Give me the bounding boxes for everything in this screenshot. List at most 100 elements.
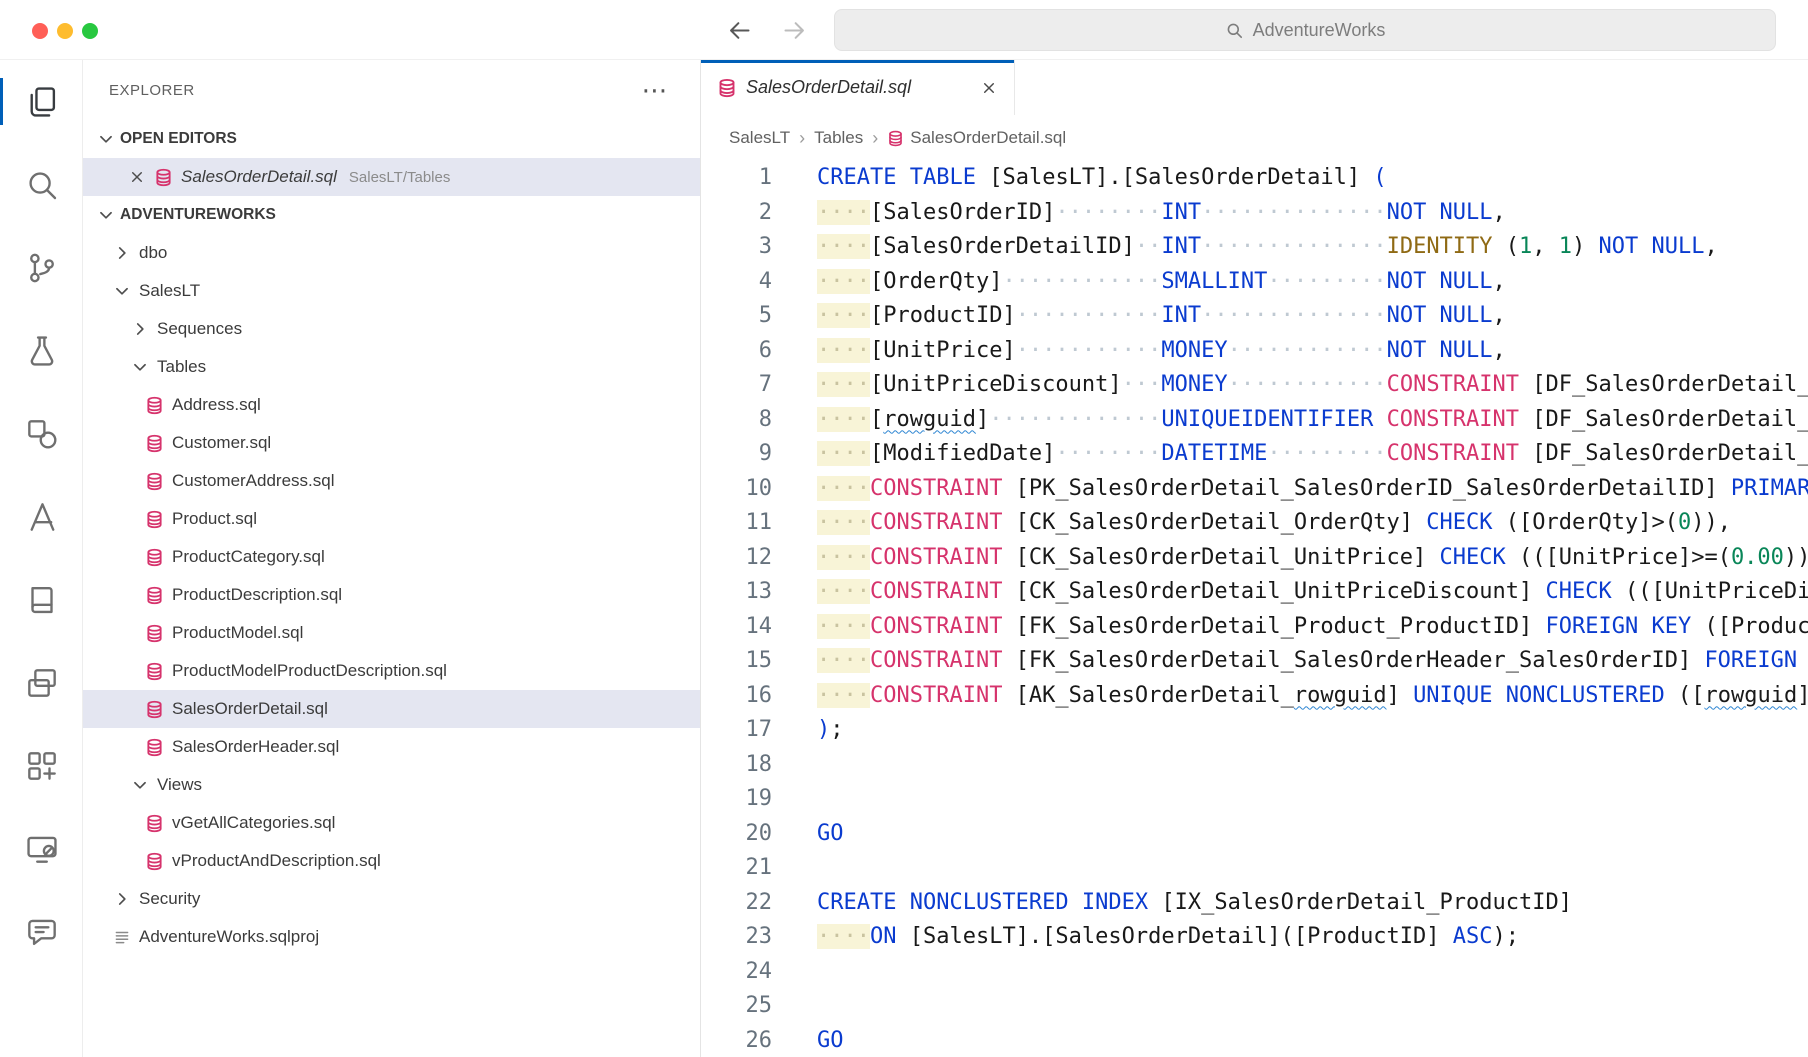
code-line[interactable]: 26GO (701, 1024, 1808, 1057)
forward-button[interactable] (781, 17, 808, 44)
activity-objects-button[interactable] (0, 392, 83, 475)
activity-testing-button[interactable] (0, 309, 83, 392)
line-number[interactable]: 19 (701, 782, 772, 817)
code-line[interactable]: 12····CONSTRAINT [CK_SalesOrderDetail_Un… (701, 541, 1808, 576)
tab-salesorderdetail[interactable]: SalesOrderDetail.sql (701, 60, 1015, 115)
tree-item-productdescription-sql[interactable]: ProductDescription.sql (83, 576, 700, 614)
activity-notebooks-button[interactable] (0, 558, 83, 641)
line-number[interactable]: 26 (701, 1024, 772, 1057)
close-button[interactable] (32, 23, 48, 39)
code-line[interactable]: 21 (701, 851, 1808, 886)
code-line[interactable]: 13····CONSTRAINT [CK_SalesOrderDetail_Un… (701, 575, 1808, 610)
activity-source-control-button[interactable] (0, 226, 83, 309)
line-number[interactable]: 17 (701, 713, 772, 748)
line-number[interactable]: 21 (701, 851, 772, 886)
code-line[interactable]: 8····[rowguid]·············UNIQUEIDENTIF… (701, 403, 1808, 438)
code-line[interactable]: 19 (701, 782, 1808, 817)
line-number[interactable]: 9 (701, 437, 772, 472)
line-number[interactable]: 7 (701, 368, 772, 403)
workspace-header[interactable]: ADVENTUREWORKS (83, 196, 700, 234)
tree-item-vgetallcategories-sql[interactable]: vGetAllCategories.sql (83, 804, 700, 842)
zoom-button[interactable] (82, 23, 98, 39)
code-line[interactable]: 11····CONSTRAINT [CK_SalesOrderDetail_Or… (701, 506, 1808, 541)
line-number[interactable]: 14 (701, 610, 772, 645)
code-line[interactable]: 24 (701, 955, 1808, 990)
breadcrumb-item[interactable]: Tables (814, 128, 863, 148)
code-line[interactable]: 10····CONSTRAINT [PK_SalesOrderDetail_Sa… (701, 472, 1808, 507)
line-number[interactable]: 12 (701, 541, 772, 576)
breadcrumb-item[interactable]: SalesLT (729, 128, 790, 148)
line-number[interactable]: 10 (701, 472, 772, 507)
line-number[interactable]: 6 (701, 334, 772, 369)
code-editor[interactable]: 1CREATE TABLE [SalesLT].[SalesOrderDetai… (701, 161, 1808, 1057)
code-line[interactable]: 7····[UnitPriceDiscount]···MONEY········… (701, 368, 1808, 403)
tree-item-productcategory-sql[interactable]: ProductCategory.sql (83, 538, 700, 576)
activity-azure-button[interactable] (0, 475, 83, 558)
open-editor-item[interactable]: SalesOrderDetail.sqlSalesLT/Tables (83, 158, 700, 196)
tree-item-salesorderheader-sql[interactable]: SalesOrderHeader.sql (83, 728, 700, 766)
more-actions-button[interactable]: ⋯ (642, 84, 669, 96)
line-number[interactable]: 11 (701, 506, 772, 541)
tree-item-customer-sql[interactable]: Customer.sql (83, 424, 700, 462)
line-number[interactable]: 22 (701, 886, 772, 921)
code-line[interactable]: 16····CONSTRAINT [AK_SalesOrderDetail_ro… (701, 679, 1808, 714)
line-number[interactable]: 20 (701, 817, 772, 852)
code-line[interactable]: 3····[SalesOrderDetailID]··INT··········… (701, 230, 1808, 265)
line-number[interactable]: 1 (701, 161, 772, 196)
tree-item-product-sql[interactable]: Product.sql (83, 500, 700, 538)
activity-remote-button[interactable] (0, 807, 83, 890)
minimize-button[interactable] (57, 23, 73, 39)
tree-item-address-sql[interactable]: Address.sql (83, 386, 700, 424)
code-line[interactable]: 2····[SalesOrderID]········INT··········… (701, 196, 1808, 231)
comments-icon (23, 913, 61, 951)
back-button[interactable] (726, 17, 753, 44)
line-number[interactable]: 18 (701, 748, 772, 783)
open-editors-header[interactable]: OPEN EDITORS (83, 120, 700, 158)
code-line[interactable]: 22CREATE NONCLUSTERED INDEX [IX_SalesOrd… (701, 886, 1808, 921)
activity-explorer-button[interactable] (0, 60, 83, 143)
code-line[interactable]: 5····[ProductID]···········INT··········… (701, 299, 1808, 334)
code-line[interactable]: 20GO (701, 817, 1808, 852)
code-line[interactable]: 6····[UnitPrice]···········MONEY········… (701, 334, 1808, 369)
activity-extensions-button[interactable] (0, 724, 83, 807)
tree-item-security[interactable]: Security (83, 880, 700, 918)
line-number[interactable]: 8 (701, 403, 772, 438)
close-editor-button[interactable] (128, 168, 146, 186)
tree-item-tables[interactable]: Tables (83, 348, 700, 386)
breadcrumb-item[interactable]: SalesOrderDetail.sql (887, 128, 1066, 148)
tree-item-saleslt[interactable]: SalesLT (83, 272, 700, 310)
tree-item-adventureworks-sqlproj[interactable]: AdventureWorks.sqlproj (83, 918, 700, 956)
tree-item-sequences[interactable]: Sequences (83, 310, 700, 348)
code-line[interactable]: 15····CONSTRAINT [FK_SalesOrderDetail_Sa… (701, 644, 1808, 679)
code-line[interactable]: 25 (701, 989, 1808, 1024)
line-number[interactable]: 16 (701, 679, 772, 714)
line-number[interactable]: 24 (701, 955, 772, 990)
code-line[interactable]: 1CREATE TABLE [SalesLT].[SalesOrderDetai… (701, 161, 1808, 196)
line-number[interactable]: 5 (701, 299, 772, 334)
tree-item-productmodel-sql[interactable]: ProductModel.sql (83, 614, 700, 652)
code-line[interactable]: 4····[OrderQty]············SMALLINT·····… (701, 265, 1808, 300)
code-line[interactable]: 9····[ModifiedDate]········DATETIME·····… (701, 437, 1808, 472)
line-number[interactable]: 13 (701, 575, 772, 610)
code-line[interactable]: 18 (701, 748, 1808, 783)
tree-item-salesorderdetail-sql[interactable]: SalesOrderDetail.sql (83, 690, 700, 728)
tree-item-views[interactable]: Views (83, 766, 700, 804)
activity-search-button[interactable] (0, 143, 83, 226)
activity-windows-button[interactable] (0, 641, 83, 724)
tab-close-button[interactable] (980, 79, 998, 97)
line-number[interactable]: 15 (701, 644, 772, 679)
line-number[interactable]: 4 (701, 265, 772, 300)
line-number[interactable]: 25 (701, 989, 772, 1024)
code-line[interactable]: 17); (701, 713, 1808, 748)
tree-item-customeraddress-sql[interactable]: CustomerAddress.sql (83, 462, 700, 500)
tree-item-dbo[interactable]: dbo (83, 234, 700, 272)
activity-comments-button[interactable] (0, 890, 83, 973)
search-box[interactable]: AdventureWorks (834, 9, 1776, 51)
line-number[interactable]: 23 (701, 920, 772, 955)
tree-item-vproductanddescription-sql[interactable]: vProductAndDescription.sql (83, 842, 700, 880)
code-line[interactable]: 14····CONSTRAINT [FK_SalesOrderDetail_Pr… (701, 610, 1808, 645)
line-number[interactable]: 3 (701, 230, 772, 265)
line-number[interactable]: 2 (701, 196, 772, 231)
tree-item-productmodelproductdescription-sql[interactable]: ProductModelProductDescription.sql (83, 652, 700, 690)
code-line[interactable]: 23····ON [SalesLT].[SalesOrderDetail]([P… (701, 920, 1808, 955)
